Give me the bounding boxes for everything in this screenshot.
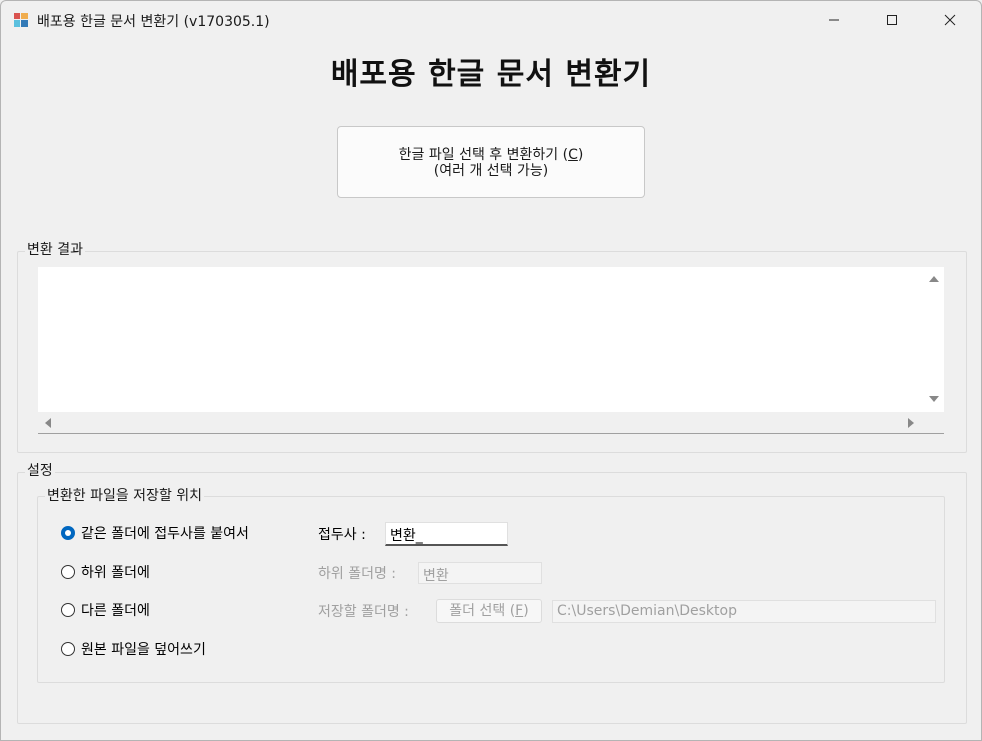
- folder-button-label-suffix: ): [523, 603, 529, 619]
- subfolder-label: 하위 폴더명 :: [318, 566, 397, 582]
- app-icon: [14, 13, 28, 27]
- result-textbox[interactable]: [38, 267, 944, 434]
- horizontal-scrollbar[interactable]: [38, 412, 944, 433]
- save-folder-label: 저장할 폴더명 :: [318, 604, 409, 620]
- minimize-button[interactable]: [805, 1, 863, 39]
- subfolder-input[interactable]: 변환: [418, 562, 542, 584]
- option-overwrite[interactable]: 원본 파일을 덮어쓰기: [61, 639, 206, 659]
- radio-checked-icon[interactable]: [61, 526, 75, 540]
- save-location-label: 변환한 파일을 저장할 위치: [45, 485, 205, 505]
- convert-button-line2: (여러 개 선택 가능): [433, 163, 549, 179]
- folder-button-label: 폴더 선택 (: [449, 603, 516, 619]
- main-window: 배포용 한글 문서 변환기 (v170305.1) 배포용 한글 문서 변환기 …: [0, 0, 982, 741]
- maximize-button[interactable]: [863, 1, 921, 39]
- scroll-up-icon[interactable]: [929, 276, 939, 282]
- convert-button-hotkey: C: [568, 147, 578, 163]
- convert-button-label-suffix: ): [577, 147, 584, 163]
- select-and-convert-button[interactable]: 한글 파일 선택 후 변환하기 (C) (여러 개 선택 가능): [337, 126, 645, 198]
- scroll-left-icon[interactable]: [45, 418, 51, 428]
- prefix-input[interactable]: 변환_: [385, 522, 508, 546]
- prefix-label: 접두사 :: [318, 527, 366, 543]
- page-title: 배포용 한글 문서 변환기: [330, 57, 652, 92]
- option-subfolder[interactable]: 하위 폴더에: [61, 562, 150, 582]
- title-bar[interactable]: 배포용 한글 문서 변환기 (v170305.1): [1, 1, 981, 39]
- radio-unchecked-icon[interactable]: [61, 603, 75, 617]
- convert-button-label: 한글 파일 선택 후 변환하기 (: [398, 147, 569, 163]
- settings-group-label: 설정: [25, 460, 55, 480]
- minimize-icon: [829, 19, 839, 21]
- window-title: 배포용 한글 문서 변환기 (v170305.1): [37, 14, 270, 30]
- scroll-down-icon[interactable]: [929, 396, 939, 402]
- result-group-label: 변환 결과: [25, 239, 85, 259]
- option-label: 원본 파일을 덮어쓰기: [81, 642, 206, 658]
- option-label: 하위 폴더에: [81, 565, 150, 581]
- scroll-right-icon[interactable]: [908, 418, 914, 428]
- radio-unchecked-icon[interactable]: [61, 565, 75, 579]
- folder-path-input[interactable]: C:\Users\Demian\Desktop: [552, 600, 936, 623]
- close-icon: [944, 14, 956, 26]
- option-prefix-same-folder[interactable]: 같은 폴더에 접두사를 붙여서: [61, 523, 249, 543]
- maximize-icon: [887, 15, 897, 25]
- radio-unchecked-icon[interactable]: [61, 642, 75, 656]
- close-button[interactable]: [921, 1, 979, 39]
- select-folder-button[interactable]: 폴더 선택 (F): [436, 599, 542, 623]
- option-label: 다른 폴더에: [81, 603, 150, 619]
- option-label: 같은 폴더에 접두사를 붙여서: [81, 526, 249, 542]
- convert-button-line1: 한글 파일 선택 후 변환하기 (C): [338, 147, 644, 163]
- vertical-scrollbar[interactable]: [924, 267, 944, 412]
- option-other-folder[interactable]: 다른 폴더에: [61, 600, 150, 620]
